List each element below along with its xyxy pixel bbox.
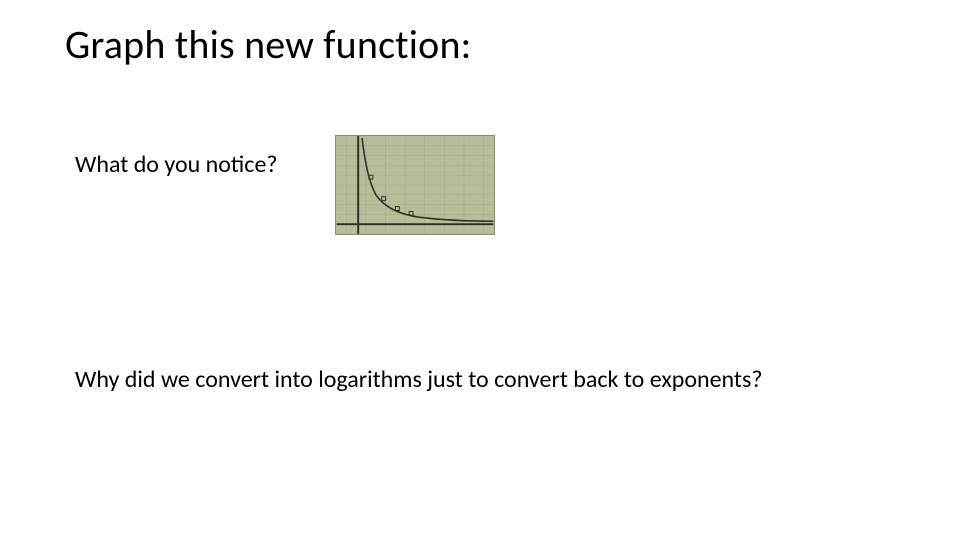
question-notice: What do you notice? (75, 150, 278, 179)
question-why-convert: Why did we convert into logarithms just … (75, 365, 895, 394)
calculator-graph-image (335, 135, 495, 235)
decay-curve (362, 138, 493, 221)
slide-title: Graph this new function: (65, 20, 472, 69)
decay-curve-plot (336, 136, 494, 234)
slide: Graph this new function: What do you not… (0, 0, 960, 540)
